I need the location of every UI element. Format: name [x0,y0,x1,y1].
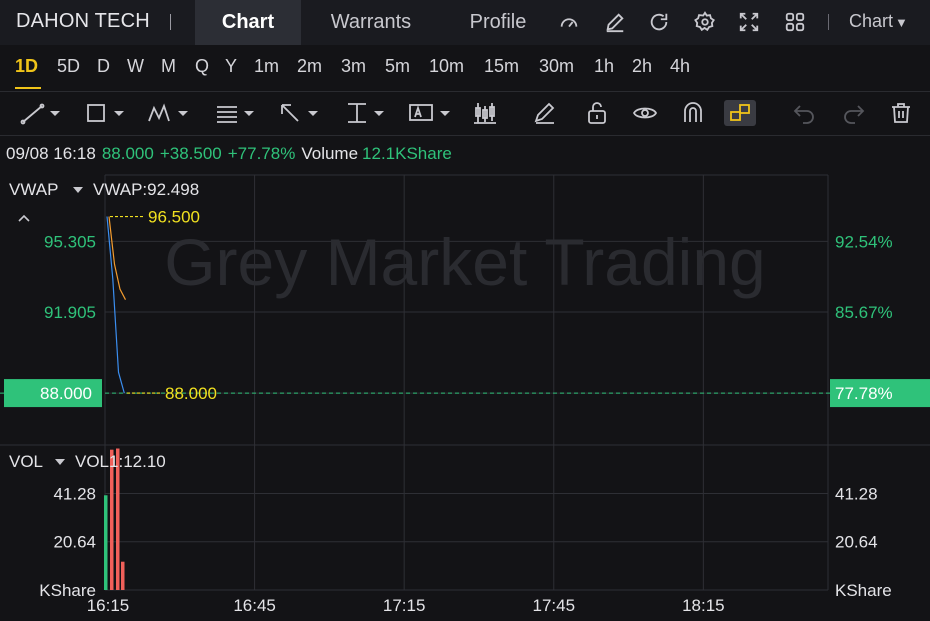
y-tick-label-right: 77.78% [835,384,893,403]
y-tick-label-right: 85.67% [835,303,893,322]
vol-indicator-label[interactable]: VOL [9,452,43,472]
vol-tick-label-left: 20.64 [53,533,96,552]
y-tick-label-right: 92.54% [835,232,893,251]
watermark: Grey Market Trading [164,225,766,299]
annotation-label: 88.000 [165,384,217,403]
chart-canvas[interactable]: Grey Market Trading 96.500 88.000 95.305 9… [0,0,930,621]
x-tick-label: 16:15 [87,596,130,615]
x-tick-label: 18:15 [682,596,725,615]
vol-settings-caret-icon[interactable] [55,459,65,465]
y-tick-label-left: 88.000 [40,384,92,403]
collapse-chevron-up-icon[interactable] [16,211,32,225]
x-tick-label: 17:15 [383,596,426,615]
vol-unit-label-right: KShare [835,581,892,600]
volume-bar [104,495,108,590]
y-tick-label-left: 95.305 [44,232,96,251]
y-tick-label-left: 91.905 [44,303,96,322]
x-tick-label: 16:45 [233,596,276,615]
price-line [106,216,125,394]
volume-bar [121,561,125,590]
vol-tick-label-left: 41.28 [53,484,96,503]
time-axis-layer: 16:15 16:45 17:15 17:45 18:15 [87,596,725,615]
vol-tick-label-right: 20.64 [835,533,878,552]
vwap-indicator-label[interactable]: VWAP [9,180,58,200]
vwap-settings-caret-icon[interactable] [73,187,83,193]
vwap-indicator-value: VWAP:92.498 [93,180,200,199]
annotation-label: 96.500 [148,208,200,227]
vol-tick-label-right: 41.28 [835,484,878,503]
x-tick-label: 17:45 [532,596,575,615]
volume-grid [105,492,828,591]
vol-indicator-value: VOL1:12.10 [75,452,166,471]
